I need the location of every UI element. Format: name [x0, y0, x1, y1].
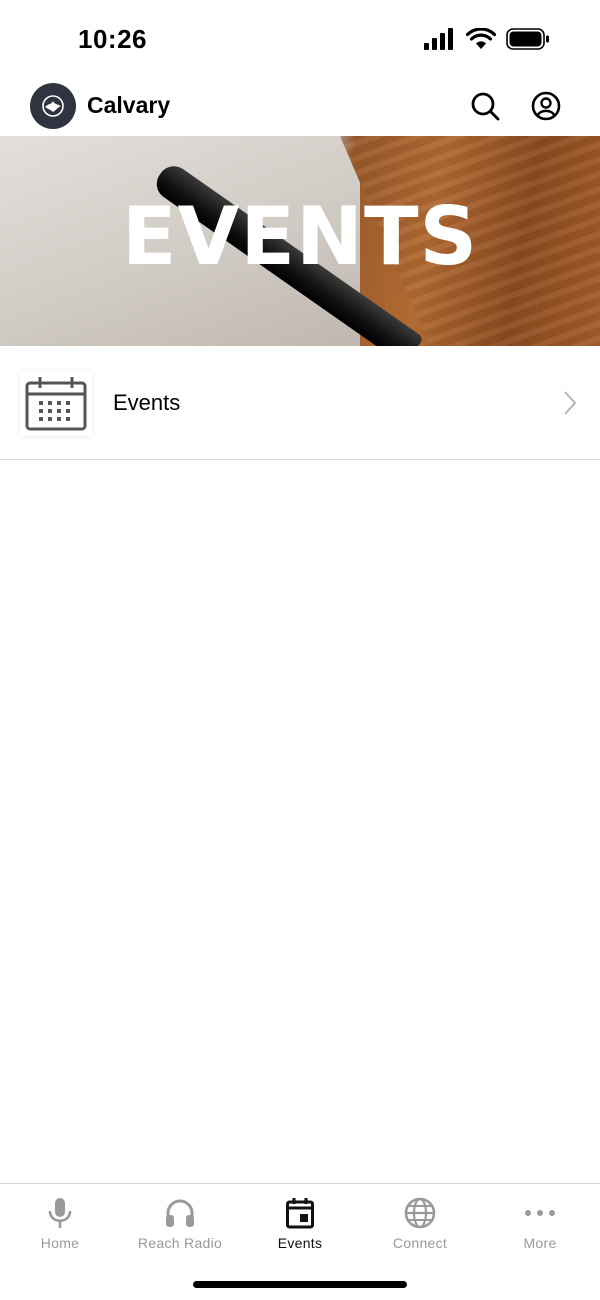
tab-home[interactable]: Home — [0, 1184, 120, 1264]
tab-label: More — [523, 1235, 557, 1251]
tab-events[interactable]: Events — [240, 1184, 360, 1264]
calendar-icon — [283, 1196, 317, 1230]
list-item-label: Events — [113, 390, 181, 415]
tab-reach-radio[interactable]: Reach Radio — [120, 1184, 240, 1264]
list-item-events[interactable]: Events — [0, 346, 600, 460]
chevron-right-icon — [564, 391, 577, 415]
tab-bar: Home Reach Radio Events Connect More — [0, 1183, 600, 1300]
tab-label: Events — [277, 1235, 323, 1251]
tab-label: Connect — [392, 1235, 448, 1251]
microphone-icon — [43, 1196, 77, 1230]
cellular-signal-icon — [424, 28, 453, 50]
tab-connect[interactable]: Connect — [360, 1184, 480, 1264]
status-bar: 10:26 — [0, 0, 600, 80]
battery-icon — [506, 28, 549, 50]
globe-icon — [403, 1196, 437, 1230]
flame-dove-logo-icon[interactable] — [30, 83, 76, 129]
wifi-icon — [466, 28, 496, 49]
calendar-icon — [25, 377, 87, 431]
search-icon — [471, 92, 500, 121]
headphones-icon — [163, 1196, 197, 1230]
app-header: Calvary — [0, 80, 600, 136]
status-icons — [424, 28, 550, 50]
tab-label: Reach Radio — [137, 1235, 223, 1251]
calendar-thumbnail — [20, 370, 92, 436]
events-banner: EVENTS — [0, 136, 600, 346]
app-title: Calvary — [87, 92, 171, 118]
account-button[interactable] — [530, 90, 562, 122]
banner-title: EVENTS — [121, 190, 479, 283]
tab-label: Home — [40, 1235, 80, 1251]
search-button[interactable] — [469, 90, 501, 122]
status-time: 10:26 — [78, 24, 147, 54]
home-indicator — [193, 1281, 407, 1288]
more-dots-icon — [523, 1196, 557, 1230]
tab-more[interactable]: More — [480, 1184, 600, 1264]
user-circle-icon — [531, 91, 561, 121]
